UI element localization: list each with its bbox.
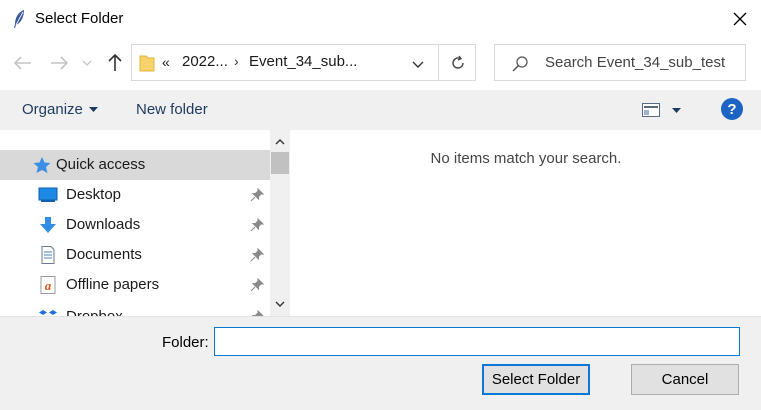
star-icon [33, 157, 51, 173]
svg-text:a: a [45, 278, 52, 293]
search-icon [512, 56, 528, 72]
sidebar-item-desktop[interactable]: Desktop [0, 180, 270, 210]
command-toolbar: Organize New folder ? [0, 90, 761, 130]
desktop-icon [38, 187, 58, 202]
sidebar-item-offline-papers[interactable]: a Offline papers [0, 270, 270, 300]
new-folder-button[interactable]: New folder [136, 101, 208, 118]
view-details-icon [642, 103, 660, 117]
organize-menu-button[interactable]: Organize [22, 101, 98, 118]
caret-down-icon [88, 107, 98, 112]
pin-icon[interactable] [250, 218, 264, 232]
search-box[interactable]: Search Event_34_sub_test [494, 44, 746, 81]
up-button[interactable] [104, 52, 126, 74]
cancel-button[interactable]: Cancel [631, 364, 739, 395]
breadcrumb-current[interactable]: Event_34_sub... [249, 53, 357, 70]
back-button[interactable] [12, 52, 34, 74]
dropbox-icon [39, 310, 57, 315]
chevron-down-icon [82, 60, 92, 66]
arrow-left-icon [14, 56, 31, 70]
folder-icon [139, 55, 155, 72]
app-icon: a [40, 276, 56, 294]
navigation-pane-scrollbar[interactable] [270, 130, 290, 316]
document-icon [41, 246, 55, 264]
title-bar: Select Folder [0, 0, 761, 38]
arrow-right-icon [51, 56, 68, 70]
chevron-down-icon [275, 301, 285, 307]
navigation-bar: « 2022... › Event_34_sub... Search Event… [0, 38, 761, 90]
sidebar-item-label: Documents [66, 246, 142, 263]
search-placeholder: Search Event_34_sub_test [545, 54, 726, 71]
folder-label: Folder: [162, 334, 209, 351]
chevron-down-icon [412, 61, 424, 68]
file-list-area[interactable]: No items match your search. [291, 130, 761, 316]
refresh-button[interactable] [438, 45, 476, 80]
address-bar[interactable]: « 2022... › Event_34_sub... [131, 44, 476, 81]
sidebar-item-downloads[interactable]: Downloads [0, 210, 270, 240]
select-folder-button[interactable]: Select Folder [482, 364, 590, 395]
caret-down-icon [672, 107, 681, 113]
feather-icon [14, 10, 24, 28]
sidebar-item-label: Desktop [66, 186, 122, 203]
close-button[interactable] [723, 4, 757, 34]
breadcrumb-overflow[interactable]: « [162, 54, 170, 70]
scroll-up-button[interactable] [270, 132, 290, 152]
sidebar-item-label: Quick access [56, 156, 146, 173]
chevron-up-icon [275, 139, 285, 145]
scroll-down-button[interactable] [270, 294, 290, 314]
refresh-icon [451, 55, 464, 69]
address-dropdown-button[interactable] [408, 55, 428, 73]
sidebar-item-dropbox[interactable]: Dropbox [0, 302, 270, 316]
folder-input[interactable] [214, 327, 740, 356]
pin-icon[interactable] [250, 248, 264, 262]
arrow-up-icon [108, 54, 122, 71]
close-icon [733, 12, 747, 26]
sidebar-item-label: Downloads [66, 216, 141, 233]
sidebar-item-documents[interactable]: Documents [0, 240, 270, 270]
sidebar-item-quick-access[interactable]: Quick access [0, 150, 270, 180]
pin-icon[interactable] [250, 188, 264, 202]
breadcrumb-parent[interactable]: 2022... [182, 53, 228, 70]
window-title: Select Folder [35, 10, 124, 27]
recent-locations-button[interactable] [80, 52, 94, 74]
breadcrumb-separator[interactable]: › [234, 53, 239, 69]
navigation-pane[interactable]: Quick access Desktop Downloads Documents… [0, 130, 270, 316]
sidebar-item-label: Dropbox [66, 308, 123, 316]
organize-label: Organize [22, 101, 83, 118]
pin-icon[interactable] [250, 278, 264, 292]
help-button[interactable]: ? [721, 98, 743, 120]
change-view-button[interactable] [642, 100, 690, 120]
sidebar-item-label: Offline papers [66, 276, 160, 293]
scrollbar-thumb[interactable] [271, 152, 289, 174]
download-arrow-icon [40, 217, 56, 233]
dialog-footer: Folder: Select Folder Cancel [0, 316, 761, 410]
empty-message: No items match your search. [430, 150, 622, 167]
forward-button[interactable] [48, 52, 70, 74]
